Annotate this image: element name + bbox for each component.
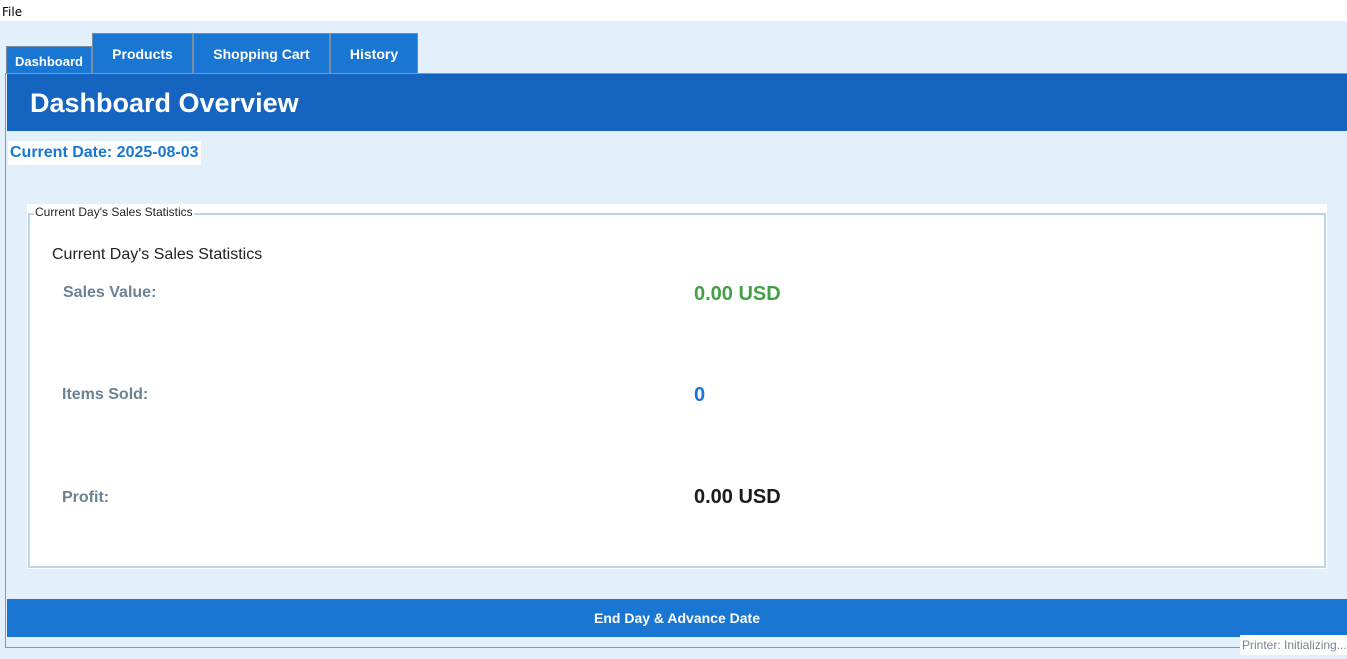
page-title: Dashboard Overview xyxy=(30,88,299,118)
profit-label: Profit: xyxy=(62,489,110,506)
menu-bar: File xyxy=(0,0,1347,21)
header-bar: Dashboard Overview xyxy=(7,74,1347,131)
tab-shopping-cart[interactable]: Shopping Cart xyxy=(193,33,330,73)
printer-status: Printer: Initializing... xyxy=(1240,635,1347,655)
tab-dashboard[interactable]: Dashboard xyxy=(6,46,92,75)
sales-value-label: Sales Value: xyxy=(63,284,157,301)
end-day-button[interactable]: End Day & Advance Date xyxy=(7,599,1347,637)
items-sold-value: 0 xyxy=(694,384,706,406)
sales-value: 0.00 USD xyxy=(694,283,781,305)
tab-history[interactable]: History xyxy=(330,33,418,73)
profit-value: 0.00 USD xyxy=(694,486,781,508)
items-sold-label: Items Sold: xyxy=(62,386,149,403)
current-date-label: Current Date: 2025-08-03 xyxy=(8,141,201,165)
sales-stats-title: Current Day's Sales Statistics xyxy=(52,246,263,263)
tab-products[interactable]: Products xyxy=(92,33,193,73)
sales-stats-legend: Current Day's Sales Statistics xyxy=(34,205,194,219)
sales-stats-frame: Current Day's Sales Statistics Sales Val… xyxy=(28,213,1326,568)
menu-file[interactable]: File xyxy=(2,5,22,19)
sales-stats-group: Current Day's Sales Statistics Sales Val… xyxy=(27,204,1327,569)
